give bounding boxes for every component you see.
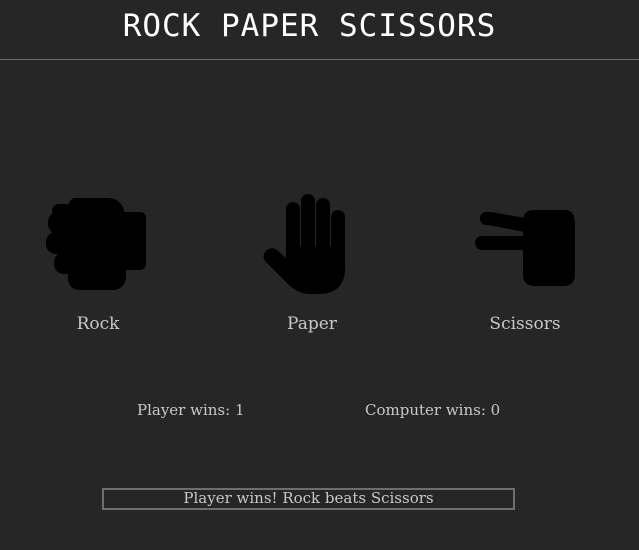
rock-label: Rock xyxy=(76,314,120,334)
paper-button[interactable]: Paper xyxy=(232,190,392,340)
computer-score-label: Computer wins: xyxy=(365,401,491,419)
scissors-label: Scissors xyxy=(489,314,561,334)
fist-icon xyxy=(46,198,146,290)
result-message: Player wins! Rock beats Scissors xyxy=(102,488,515,510)
player-score: Player wins: 1 xyxy=(137,401,245,419)
player-score-label: Player wins: xyxy=(137,401,235,419)
computer-score-value: 0 xyxy=(490,401,501,419)
scissors-button[interactable]: Scissors xyxy=(445,190,605,340)
page-title: ROCK PAPER SCISSORS xyxy=(122,8,497,44)
paper-label: Paper xyxy=(287,314,337,334)
scissors-hand-icon xyxy=(475,210,575,286)
rock-button[interactable]: Rock xyxy=(18,190,178,340)
player-score-value: 1 xyxy=(234,401,245,419)
computer-score: Computer wins: 0 xyxy=(365,401,500,419)
header-bar: ROCK PAPER SCISSORS xyxy=(0,0,639,60)
open-hand-icon xyxy=(263,194,345,294)
